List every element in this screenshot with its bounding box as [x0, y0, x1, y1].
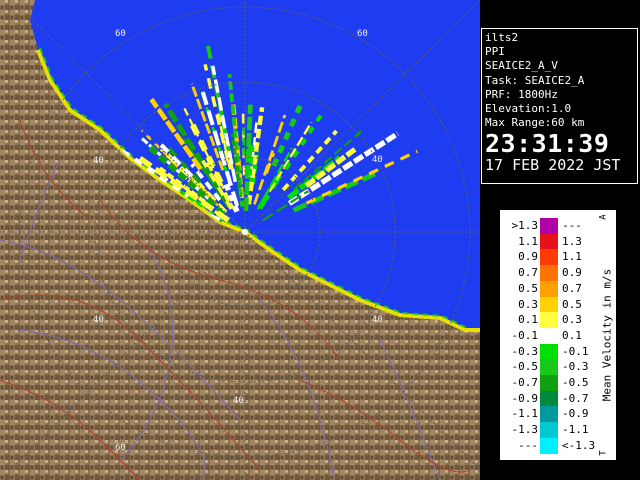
echo-streak [247, 142, 255, 176]
legend-low-value: -0.3 [511, 344, 539, 358]
legend-low-value: --- [518, 438, 538, 452]
legend-high-value: -0.9 [562, 407, 589, 421]
range-label: 40 [93, 315, 104, 325]
legend-low-value: 0.9 [518, 250, 538, 264]
range-label: 60 [115, 29, 126, 39]
legend-high-value: 0.1 [562, 328, 582, 342]
product-name: SEAICE2_A_V [485, 59, 558, 73]
legend-row: -1.1 -0.9 [500, 406, 616, 423]
legend-row: 0.3 0.5 [500, 296, 616, 313]
legend-color-swatch [540, 390, 558, 407]
legend-color-swatch [540, 296, 558, 313]
legend-row: --- <-1.3 [500, 437, 616, 454]
legend-low-value: 1.1 [518, 234, 538, 248]
range-label: 40 [233, 396, 244, 406]
elevation-value: Elevation:1.0 [485, 102, 572, 116]
radar-ppi-display: 60 60 40 40 40 40 40 60 [0, 0, 480, 480]
legend-high-value: 0.7 [562, 281, 582, 295]
legend-color-swatch [540, 312, 558, 329]
legend-low-value: -0.9 [511, 391, 539, 405]
legend-color-swatch [540, 327, 558, 344]
legend-color-swatch [540, 422, 558, 439]
legend-row: 1.1 1.3 [500, 233, 616, 250]
legend-color-swatch [540, 280, 558, 297]
legend-high-value: --- [562, 219, 582, 232]
scan-date: 17 FEB 2022 JST [485, 156, 621, 175]
legend-row: -0.3 -0.1 [500, 343, 616, 360]
legend-low-value: -0.5 [511, 360, 539, 374]
legend-low-value: 0.3 [518, 297, 538, 311]
legend-color-swatch [540, 265, 558, 282]
range-label: 40 [93, 156, 104, 166]
legend-color-swatch [540, 437, 558, 454]
legend-row: >1.3 --- [500, 218, 616, 234]
range-label: 40 [372, 155, 383, 165]
legend-high-value: -1.1 [562, 423, 589, 437]
legend-row: 0.7 0.9 [500, 265, 616, 282]
legend-row: -1.3 -1.1 [500, 422, 616, 439]
legend-row: -0.1 0.1 [500, 327, 616, 344]
legend-high-value: 0.5 [562, 297, 582, 311]
legend-low-value: 0.1 [518, 313, 538, 327]
legend-row: -0.7 -0.5 [500, 375, 616, 391]
legend-low-value: -0.7 [511, 376, 539, 389]
legend-high-value: 0.3 [562, 313, 582, 327]
legend-low-value: 0.7 [518, 266, 538, 280]
legend-row: 0.9 1.1 [500, 249, 616, 266]
prf-value: PRF: 1800Hz [485, 87, 558, 101]
legend-high-value: 1.1 [562, 250, 582, 264]
legend-color-swatch [540, 359, 558, 376]
radar-site-marker [242, 229, 248, 235]
legend-color-swatch [540, 343, 558, 360]
legend-low-value: >1.3 [511, 219, 539, 232]
legend-row: -0.9 -0.7 [500, 390, 616, 407]
range-label: 40 [372, 315, 383, 325]
velocity-legend: Mean Velocity in m/s A T >1.3 --- 1.1 1.3 0.… [500, 210, 616, 460]
scan-info-panel: ilts2 PPI SEAICE2_A_V Task: SEAICE2_A PR… [481, 28, 638, 184]
legend-high-value: -0.7 [562, 391, 589, 405]
range-label: 60 [357, 29, 368, 39]
range-label: 60 [115, 443, 126, 453]
max-range-value: Max Range:60 km [485, 116, 585, 130]
legend-color-swatch [540, 218, 558, 234]
legend-row: 0.1 0.3 [500, 312, 616, 329]
legend-high-value: 1.3 [562, 234, 582, 248]
legend-high-value: -0.3 [562, 360, 589, 374]
legend-low-value: -1.1 [511, 407, 539, 421]
radar-name: ilts2 [485, 31, 519, 44]
legend-high-value: 0.9 [562, 266, 582, 280]
legend-color-swatch [540, 375, 558, 391]
legend-color-swatch [540, 249, 558, 266]
legend-low-value: 0.5 [518, 281, 538, 295]
legend-row: -0.5 -0.3 [500, 359, 616, 376]
legend-low-value: -0.1 [511, 328, 539, 342]
legend-row: 0.5 0.7 [500, 280, 616, 297]
legend-low-value: -1.3 [511, 423, 539, 437]
task-name: Task: SEAICE2_A [485, 73, 585, 87]
scan-time: 23:31:39 [485, 129, 610, 159]
legend-color-swatch [540, 406, 558, 423]
legend-high-value: <-1.3 [562, 438, 596, 452]
legend-color-swatch [540, 233, 558, 250]
scan-mode: PPI [485, 45, 505, 59]
legend-high-value: -0.5 [562, 376, 589, 389]
legend-high-value: -0.1 [562, 344, 589, 358]
